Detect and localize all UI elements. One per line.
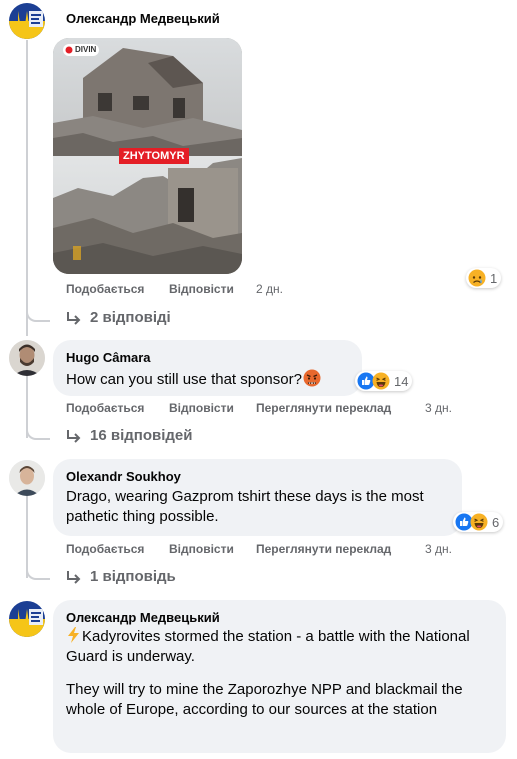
avatar-image [9, 601, 45, 637]
comment-text-paragraph: Kadyrovites stormed the station - a batt… [66, 628, 470, 665]
comment-author[interactable]: Олександр Медвецький [66, 11, 220, 26]
comment-author[interactable]: Olexandr Soukhoy [66, 469, 181, 484]
comment-author[interactable]: Hugo Câmara [66, 350, 151, 365]
reply-button[interactable]: Відповісти [169, 401, 234, 415]
reaction-summary[interactable]: 14 [355, 371, 413, 391]
reaction-summary[interactable]: 6 [453, 512, 504, 532]
comment-timestamp[interactable]: 3 дн. [425, 401, 452, 415]
photo-location-label: ZHYTOMYR [119, 148, 189, 164]
reaction-summary[interactable]: 1 [466, 268, 502, 288]
reply-button[interactable]: Відповісти [169, 542, 234, 556]
reply-arrow-icon [67, 429, 81, 443]
view-replies-link[interactable]: 16 відповідей [66, 427, 192, 444]
reaction-count: 1 [490, 270, 498, 286]
reaction-count: 14 [394, 373, 409, 389]
avatar[interactable] [9, 601, 45, 637]
angry-emoji-icon [303, 369, 321, 387]
haha-icon [372, 372, 390, 390]
comment-text: Kadyrovites stormed the station - a batt… [66, 627, 476, 667]
haha-icon [470, 513, 488, 531]
see-translation-button[interactable]: Переглянути переклад [256, 401, 391, 415]
view-replies-link[interactable]: 2 відповіді [66, 309, 171, 326]
thread-line-hook [26, 552, 50, 580]
like-button[interactable]: Подобається [66, 542, 144, 556]
view-replies-link[interactable]: 1 відповідь [66, 568, 176, 585]
avatar[interactable] [9, 460, 45, 496]
comment-timestamp[interactable]: 2 дн. [256, 282, 283, 296]
comment-text-paragraph: They will try to mine the Zaporozhye NPP… [66, 681, 463, 718]
replies-count-label: 16 відповідей [90, 427, 193, 444]
comment-author[interactable]: Олександр Медвецький [66, 610, 220, 625]
like-button[interactable]: Подобається [66, 282, 144, 296]
reply-arrow-icon [67, 311, 81, 325]
comment-photo[interactable]: DIVIN ZHYTOMYR [53, 38, 242, 274]
avatar[interactable] [9, 3, 45, 39]
like-button[interactable]: Подобається [66, 401, 144, 415]
replies-count-label: 2 відповіді [90, 309, 171, 326]
avatar[interactable] [9, 340, 45, 376]
avatar-image [9, 3, 45, 39]
reply-arrow-icon [67, 570, 81, 584]
see-translation-button[interactable]: Переглянути переклад [256, 542, 391, 556]
avatar-image [9, 340, 45, 376]
avatar-image [9, 460, 45, 496]
lightning-emoji-icon [68, 627, 79, 643]
reaction-count: 6 [492, 514, 500, 530]
sad-icon [468, 269, 486, 287]
thread-line-hook [26, 412, 50, 440]
replies-count-label: 1 відповідь [90, 568, 176, 585]
photo-source-tag: DIVIN [75, 45, 97, 54]
comment-text: How can you still use that sponsor? [66, 369, 321, 390]
comment-text: Drago, wearing Gazprom tshirt these days… [66, 488, 424, 525]
comment-text-body: How can you still use that sponsor? [66, 371, 302, 388]
thread-line-hook [26, 292, 50, 322]
reply-button[interactable]: Відповісти [169, 282, 234, 296]
comment-timestamp[interactable]: 3 дн. [425, 542, 452, 556]
